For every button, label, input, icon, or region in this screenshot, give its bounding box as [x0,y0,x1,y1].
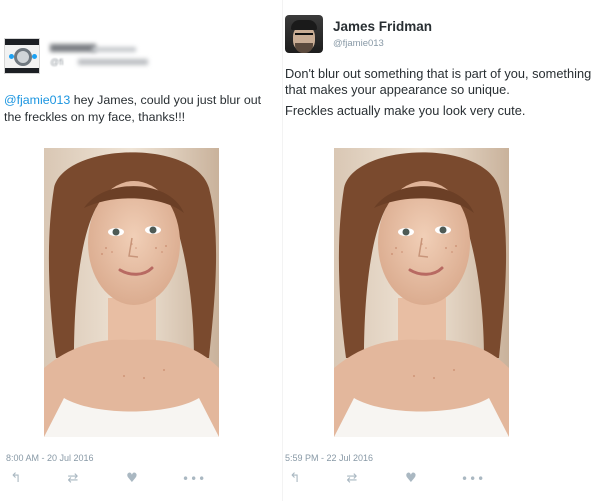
tweet-timestamp[interactable]: 8:00 AM - 20 Jul 2016 [6,453,94,463]
retweet-icon[interactable]: ⇄ [342,471,362,487]
tweet-photo-reply[interactable] [334,148,509,437]
author-name[interactable]: James Fridman [333,19,432,34]
blurred-author-name [50,44,96,52]
tweet-photo-original[interactable] [44,148,219,437]
like-icon[interactable]: ♥ [401,471,421,487]
tweet-reply: James Fridman @fjamie013 Don't blur out … [283,0,614,501]
reply-icon[interactable]: ↰ [285,471,305,487]
tweet-timestamp[interactable]: 5:59 PM - 22 Jul 2016 [285,453,373,463]
more-icon[interactable]: ••• [461,471,484,487]
tweet-text: @fjamie013 hey James, could you just blu… [4,92,279,126]
avatar[interactable] [285,15,323,53]
mention-link[interactable]: @fjamie013 [4,93,70,107]
tweet-paragraph: Freckles actually make you look very cut… [285,103,526,118]
reply-icon[interactable]: ↰ [6,471,26,487]
tweet-request: @fi @fjamie013 hey James, could you just… [0,0,282,501]
retweet-icon[interactable]: ⇄ [63,471,83,487]
more-icon[interactable]: ••• [182,471,205,487]
avatar[interactable] [4,38,40,74]
portrait-image [44,148,219,437]
portrait-image [334,148,509,437]
author-handle: @fi [50,57,64,67]
author-handle[interactable]: @fjamie013 [333,38,384,49]
like-icon[interactable]: ♥ [122,471,142,487]
blurred-author-name-extra [92,47,136,52]
tweet-text: Don't blur out something that is part of… [285,66,610,119]
blurred-author-handle: @fi [50,57,156,67]
tweet-paragraph: Don't blur out something that is part of… [285,66,592,97]
